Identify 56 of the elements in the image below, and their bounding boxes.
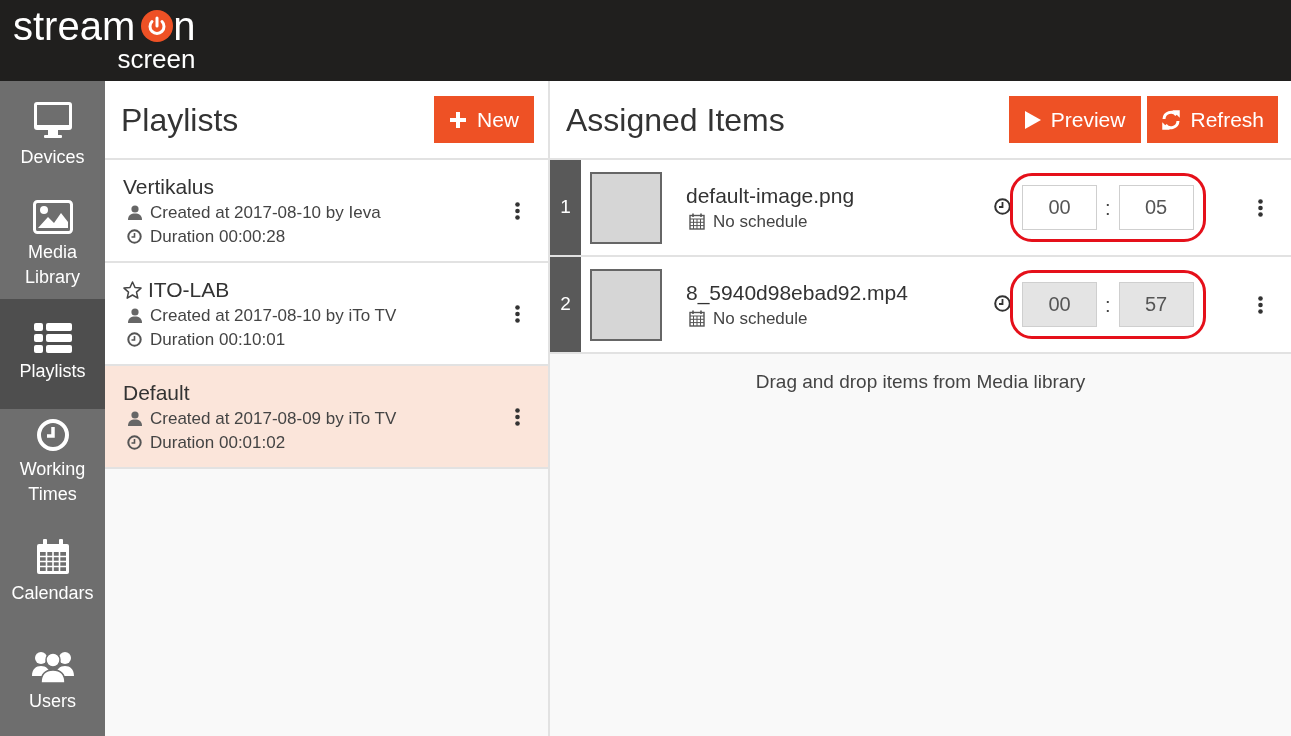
more-icon[interactable] <box>1258 198 1263 217</box>
playlist-name: Default <box>123 379 190 406</box>
sidebar-item[interactable]: Playlists <box>0 299 105 409</box>
panel-title: Assigned Items <box>566 100 785 140</box>
time-separator: : <box>1105 292 1111 318</box>
clock-icon <box>127 435 142 450</box>
file-name: default-image.png <box>686 182 856 209</box>
clock-icon <box>994 295 1011 312</box>
preview-button[interactable]: Preview <box>1008 96 1142 143</box>
created-info: Created at 2017-08-09 by iTo TV <box>150 407 397 430</box>
logo-text: stream <box>13 4 136 48</box>
time-separator: : <box>1105 195 1111 221</box>
logo-text: n <box>173 4 196 48</box>
plus-icon <box>449 110 467 129</box>
clock-icon <box>36 419 69 452</box>
new-button[interactable]: New <box>434 96 534 143</box>
play-icon <box>1024 110 1041 129</box>
panel-title: Playlists <box>121 100 239 140</box>
logo-subtext: screen <box>117 48 196 70</box>
person-icon <box>128 308 142 323</box>
duration-info: Duration 00:01:02 <box>150 431 286 454</box>
item-number: 2 <box>550 257 581 352</box>
playlist-name: ITO-LAB <box>148 276 230 303</box>
monitor-icon <box>32 101 73 140</box>
more-icon[interactable] <box>515 407 520 426</box>
duration-info: Duration 00:00:28 <box>150 225 286 248</box>
minutes-field[interactable]: 00 <box>1022 185 1097 230</box>
image-icon <box>32 199 73 234</box>
calendar-icon <box>689 310 705 327</box>
schedule-info: No schedule <box>713 210 808 233</box>
drop-hint: Drag and drop items from Media library <box>755 370 1086 394</box>
duration-info: Duration 00:10:01 <box>150 328 286 351</box>
calendar-icon <box>35 538 70 575</box>
playlist-name: Vertikalus <box>123 173 215 200</box>
playlist-item[interactable]: Default Created at 2017-08-09 by iTo TV Duration 00:01:02 <box>105 366 548 469</box>
more-icon[interactable] <box>515 304 520 323</box>
more-icon[interactable] <box>515 201 520 220</box>
item-number: 1 <box>550 160 581 255</box>
schedule-info: No schedule <box>713 307 808 330</box>
seconds-field[interactable]: 05 <box>1118 185 1194 230</box>
clock-icon <box>994 198 1011 215</box>
playlist-item[interactable]: ITO-LAB Created at 2017-08-10 by iTo TV Duration 00:10:01 <box>105 263 548 366</box>
playlist-item[interactable]: Vertikalus Created at 2017-08-10 by Ieva Duration 00:00:28 <box>105 160 548 263</box>
calendar-icon <box>689 213 705 230</box>
person-icon <box>128 411 142 426</box>
more-icon[interactable] <box>1258 295 1263 314</box>
power-icon <box>141 10 174 42</box>
file-name: 8_5940d98ebad92.mp4 <box>686 279 909 307</box>
person-icon <box>128 205 142 220</box>
clock-icon <box>127 332 142 347</box>
list-icon <box>33 323 72 354</box>
clock-icon <box>127 229 142 244</box>
created-info: Created at 2017-08-10 by Ieva <box>150 201 381 224</box>
refresh-icon <box>1161 109 1182 130</box>
created-info: Created at 2017-08-10 by iTo TV <box>150 304 397 327</box>
refresh-button[interactable]: Refresh <box>1147 96 1278 143</box>
